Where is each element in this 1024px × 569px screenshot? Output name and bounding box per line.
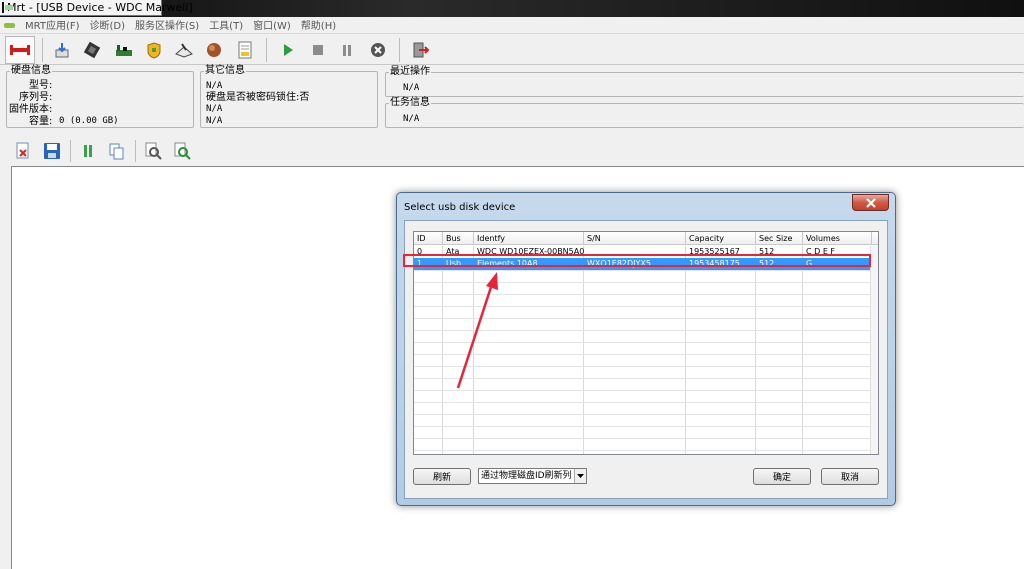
save-icon (44, 143, 60, 159)
pause-log-button[interactable] (77, 140, 99, 162)
save-button[interactable] (41, 140, 63, 162)
exit-icon (413, 42, 429, 58)
menu-window[interactable]: 窗口(W) (248, 17, 296, 32)
col-sn[interactable]: S/N (584, 232, 686, 245)
col-volumes[interactable]: Volumes (803, 232, 872, 245)
search-next-button[interactable] (171, 140, 193, 162)
grid-scrollbar[interactable] (870, 246, 878, 454)
close-icon (865, 197, 876, 208)
app-icon (2, 2, 13, 13)
task-info-title: 任务信息 (390, 97, 430, 108)
copy-icon (109, 143, 124, 160)
refresh-mode-value: 通过物理磁盘ID刷新列 (481, 471, 572, 481)
pause-icon (343, 45, 351, 56)
connect-icon (10, 45, 30, 55)
ok-button[interactable]: 确定 (753, 468, 811, 485)
chevron-down-icon[interactable] (574, 469, 586, 483)
capacity-label: 容量: (29, 116, 53, 127)
sphere-button[interactable] (202, 38, 226, 62)
cancel-icon (371, 43, 385, 57)
menu-diagnose[interactable]: 诊断(D) (85, 17, 131, 32)
grid-header: ID Bus Identfy S/N Capacity Sec Size Vol… (414, 232, 878, 245)
play-button[interactable] (276, 38, 300, 62)
scanner-button[interactable] (172, 38, 196, 62)
search-icon (145, 142, 162, 160)
dialog-close-button[interactable] (852, 194, 889, 211)
cancel-button[interactable] (366, 38, 390, 62)
refresh-mode-select[interactable]: 通过物理磁盘ID刷新列 (478, 468, 587, 484)
chip-icon (83, 41, 101, 59)
password-lock-status: 硬盘是否被密码锁住:否 (206, 92, 310, 103)
menu-help[interactable]: 帮助(H) (296, 17, 341, 32)
other-info-line-1: N/A (206, 81, 223, 91)
pause-icon (84, 145, 92, 157)
main-toolbar (0, 33, 1024, 65)
delete-file-icon (16, 142, 29, 159)
other-info-title: 其它信息 (205, 65, 245, 76)
search-next-icon (174, 142, 191, 160)
task-info-group: 任务信息 (385, 98, 1024, 128)
sphere-icon (207, 43, 221, 57)
annotation-highlight-box (403, 254, 871, 267)
col-capacity[interactable]: Capacity (686, 232, 756, 245)
report-icon (238, 41, 252, 59)
col-id[interactable]: ID (414, 232, 443, 245)
refresh-button[interactable]: 刷新 (413, 468, 471, 485)
stop-icon (313, 45, 323, 55)
other-info-line-3: N/A (206, 104, 223, 114)
menu-service-area[interactable]: 服务区操作(S) (130, 17, 204, 32)
window-title: Mrt - [USB Device - WDC Marwell] (7, 1, 193, 14)
model-label: 型号: (29, 80, 53, 91)
annotation-arrow (456, 272, 498, 389)
pcb-button[interactable] (112, 38, 136, 62)
recent-ops-value: N/A (403, 83, 420, 93)
download-icon (55, 43, 69, 58)
shield-button[interactable] (142, 38, 166, 62)
firmware-label: 固件版本: (9, 104, 53, 115)
connect-button[interactable] (5, 36, 35, 64)
menu-mrt-app[interactable]: MRT应用(F) (20, 17, 85, 32)
dialog-title: Select usb disk device (404, 202, 516, 213)
play-icon (284, 44, 293, 56)
menu-bar: MRT应用(F) 诊断(D) 服务区操作(S) 工具(T) 窗口(W) 帮助(H… (0, 17, 1024, 32)
disk-info-title: 硬盘信息 (11, 65, 51, 76)
title-bar: Mrt - [USB Device - WDC Marwell] (0, 0, 1024, 17)
chip-button[interactable] (80, 38, 104, 62)
capacity-value: 0 (0.00 GB) (59, 116, 119, 126)
col-bus[interactable]: Bus (443, 232, 474, 245)
scanner-icon (175, 43, 193, 58)
exit-button[interactable] (408, 38, 432, 62)
serial-label: 序列号: (19, 92, 53, 103)
menu-tools[interactable]: 工具(T) (204, 17, 248, 32)
other-info-line-4: N/A (206, 116, 223, 126)
col-identify[interactable]: Identfy (474, 232, 584, 245)
shield-icon (147, 42, 161, 59)
col-sec-size[interactable]: Sec Size (756, 232, 803, 245)
search-button[interactable] (142, 140, 164, 162)
task-info-value: N/A (403, 114, 420, 124)
pause-button[interactable] (335, 38, 359, 62)
pcb-icon (116, 45, 132, 56)
stop-button[interactable] (306, 38, 330, 62)
window-title-box: Mrt - [USB Device - WDC Marwell] (0, 0, 193, 16)
recent-ops-title: 最近操作 (390, 66, 430, 77)
copy-button[interactable] (106, 140, 128, 162)
delete-file-button[interactable] (12, 140, 34, 162)
report-button[interactable] (233, 38, 257, 62)
download-button[interactable] (50, 38, 74, 62)
cancel-dialog-button[interactable]: 取消 (821, 468, 879, 485)
menu-app-icon[interactable] (4, 20, 16, 30)
recent-ops-group: 最近操作 (385, 67, 1024, 97)
